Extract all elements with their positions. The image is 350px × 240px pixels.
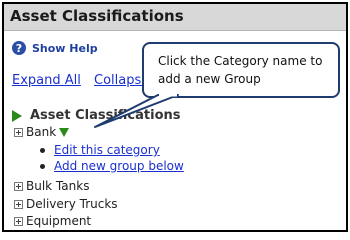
category-label[interactable]: Bank: [26, 125, 56, 139]
bullet-icon: [40, 163, 45, 169]
asset-classifications-panel: Asset Classifications ? Show Help Expand…: [2, 2, 348, 232]
tooltip-callout: Click the Category name to add a new Gro…: [142, 42, 340, 98]
callout-text: Click the Category name to add a new Gro…: [158, 54, 323, 86]
expand-plus-icon[interactable]: [14, 199, 23, 209]
show-help-link[interactable]: Show Help: [32, 42, 98, 55]
category-label[interactable]: Equipment: [26, 214, 91, 228]
tree-item-equipment[interactable]: Equipment: [14, 214, 91, 228]
tree-root-label: Asset Classifications: [30, 108, 181, 123]
category-action-item[interactable]: Edit this category: [40, 143, 160, 157]
expand-plus-icon[interactable]: [14, 127, 23, 137]
expand-all-link[interactable]: Expand All: [12, 73, 81, 88]
bullet-icon: [40, 147, 45, 153]
add-group-link[interactable]: Add new group below: [54, 159, 184, 173]
panel-title-bar: Asset Classifications: [4, 4, 346, 31]
edit-category-link[interactable]: Edit this category: [54, 143, 160, 157]
panel-title: Asset Classifications: [10, 7, 184, 25]
tree-item-bulk-tanks[interactable]: Bulk Tanks: [14, 179, 89, 193]
question-icon[interactable]: ?: [12, 41, 26, 55]
tree-root: Asset Classifications: [12, 108, 181, 123]
tree-item-delivery-trucks[interactable]: Delivery Trucks: [14, 197, 118, 211]
category-label[interactable]: Bulk Tanks: [26, 179, 89, 193]
tree-item-bank[interactable]: Bank: [14, 125, 70, 139]
dropdown-arrow-icon[interactable]: [59, 127, 70, 137]
show-help-row[interactable]: ? Show Help: [12, 41, 98, 55]
expand-plus-icon[interactable]: [14, 216, 23, 226]
expand-plus-icon[interactable]: [14, 181, 23, 191]
play-arrow-icon: [12, 109, 22, 122]
category-label[interactable]: Delivery Trucks: [26, 197, 118, 211]
category-action-item[interactable]: Add new group below: [40, 159, 184, 173]
